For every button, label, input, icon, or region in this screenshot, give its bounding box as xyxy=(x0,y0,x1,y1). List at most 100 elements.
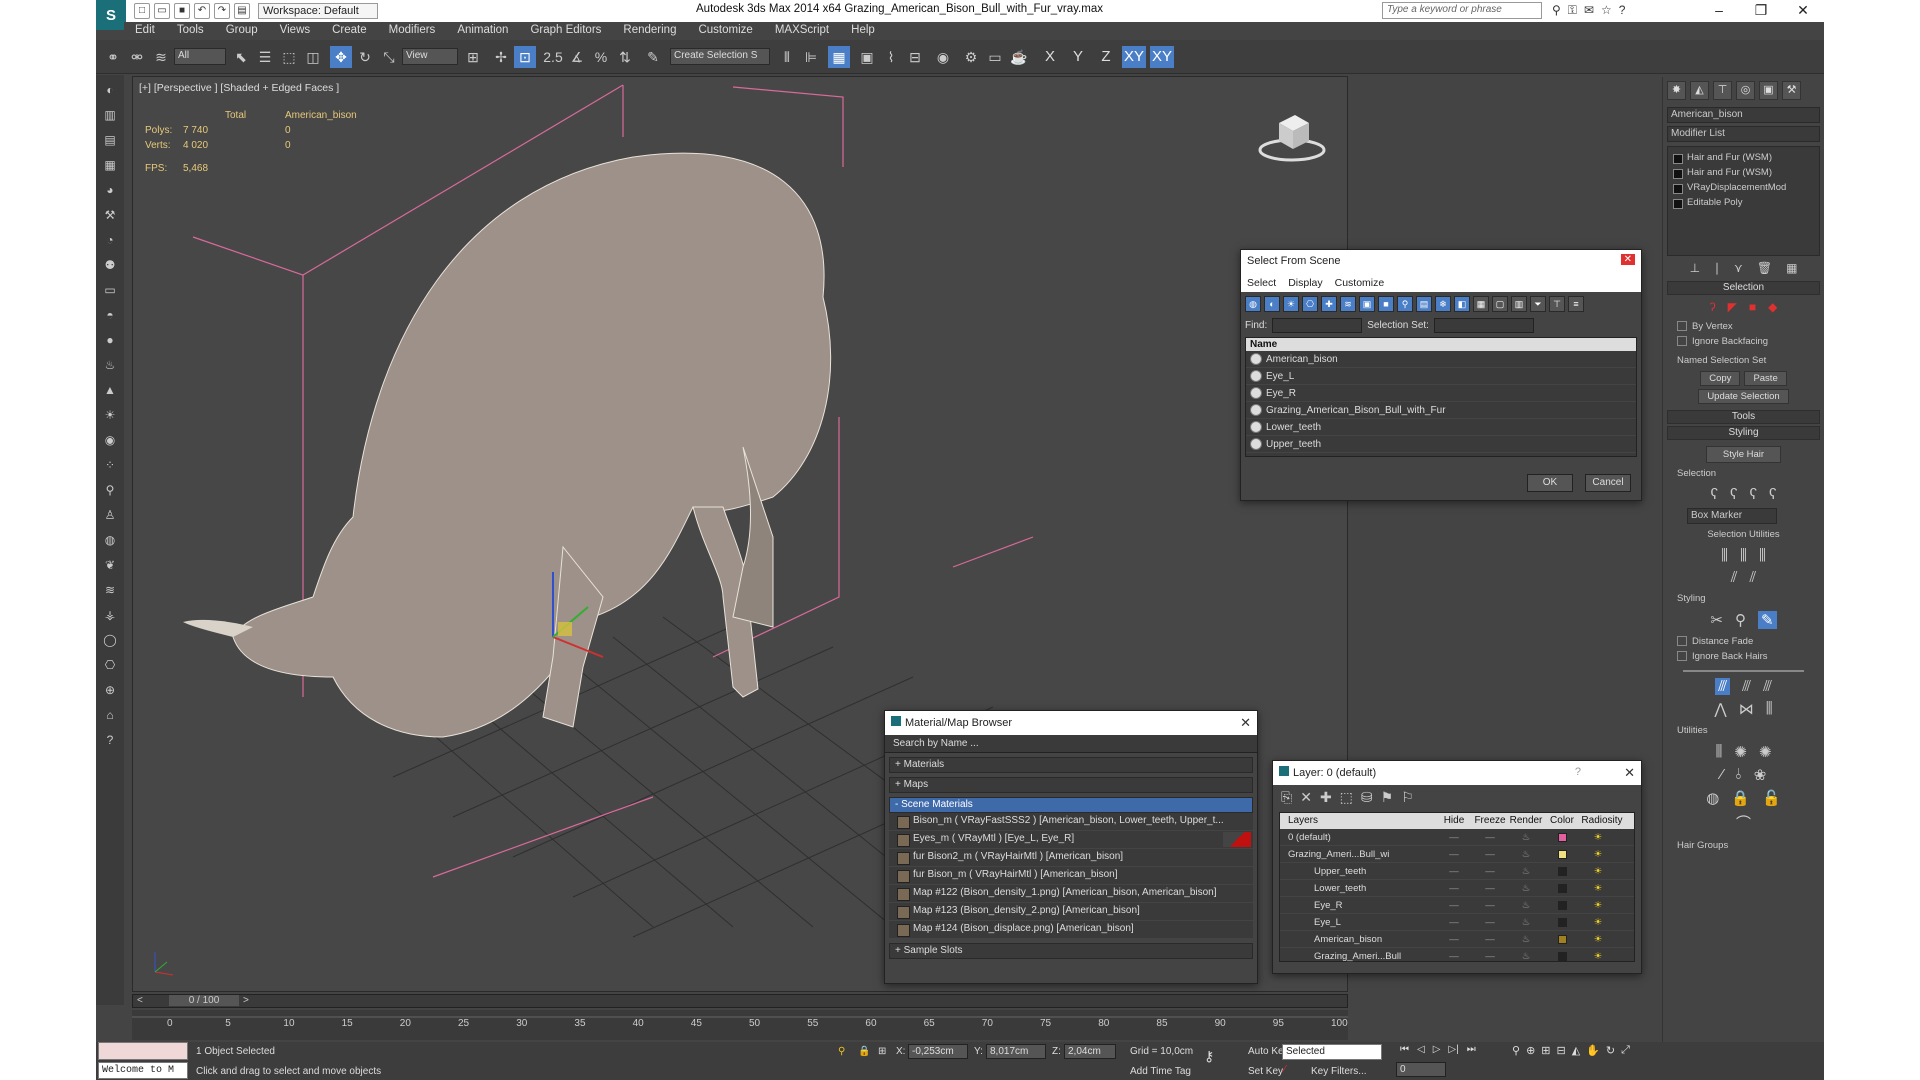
menu-display[interactable]: Display xyxy=(1282,274,1328,292)
rotate-brush-icon[interactable]: ⋈ xyxy=(1739,700,1754,718)
col-layers[interactable]: Layers xyxy=(1280,813,1436,829)
undo-arc-icon[interactable]: ⌒ xyxy=(1736,812,1751,833)
x-coordinate-field[interactable]: -0,253cm xyxy=(908,1044,968,1059)
styling-rollout-header[interactable]: Styling xyxy=(1667,426,1820,440)
field-of-view-icon[interactable]: ◭ xyxy=(1572,1044,1580,1057)
radiosity-icon[interactable]: ☀ xyxy=(1580,880,1616,896)
select-object-icon[interactable]: ⬉ xyxy=(230,46,252,68)
ribbon-icon-3[interactable]: ▤ xyxy=(100,130,120,150)
hide-cell[interactable]: — xyxy=(1436,931,1472,947)
close-icon[interactable]: ✕ xyxy=(1620,254,1635,265)
current-frame-field[interactable]: 0 xyxy=(1396,1062,1446,1077)
material-item[interactable]: Eyes_m ( VRayMtl ) [Eye_L, Eye_R] xyxy=(889,831,1253,849)
axis-z-button[interactable]: Z xyxy=(1094,46,1118,68)
expand-selection-icon[interactable]: ⫼ xyxy=(1759,547,1766,564)
filter-hidden-icon[interactable]: ◧ xyxy=(1454,296,1470,312)
zoom-icon[interactable]: ⚲ xyxy=(1512,1044,1520,1057)
make-unique-icon[interactable]: ⋎ xyxy=(1734,261,1743,275)
color-swatch-cell[interactable] xyxy=(1544,863,1580,879)
freeze-cell[interactable]: — xyxy=(1472,948,1508,964)
color-swatch-cell[interactable] xyxy=(1544,846,1580,862)
ribbon-icon-5[interactable]: ◕ xyxy=(100,180,120,200)
save-icon[interactable]: ■ xyxy=(174,3,190,19)
maxscript-listener[interactable] xyxy=(98,1042,188,1060)
select-hair-icon-4[interactable]: ʕ xyxy=(1769,486,1777,503)
select-all-icon[interactable]: ▦ xyxy=(1473,296,1489,312)
menu-modifiers[interactable]: Modifiers xyxy=(378,22,447,40)
render-teapot-icon[interactable]: ♨ xyxy=(1508,846,1544,862)
stand-brush-icon[interactable]: ⫻ xyxy=(1742,678,1751,695)
puff-brush-icon[interactable]: ⫻ xyxy=(1763,678,1772,695)
prev-frame-icon[interactable]: ◁ xyxy=(1417,1044,1425,1055)
select-by-name-icon[interactable]: ☰ xyxy=(254,46,276,68)
render-teapot-icon[interactable]: ♨ xyxy=(1508,897,1544,913)
selection-rollout-header[interactable]: Selection xyxy=(1667,281,1820,295)
filter-frozen-icon[interactable]: ❄ xyxy=(1435,296,1451,312)
time-slider[interactable]: < 0 / 100 > xyxy=(132,994,1348,1008)
recomb-icon[interactable]: ⫰ xyxy=(1735,766,1742,784)
axis-xy-cycle-button[interactable]: XY xyxy=(1150,46,1174,68)
color-swatch-cell[interactable] xyxy=(1544,931,1580,947)
pop-selected-icon[interactable]: ✺ xyxy=(1734,743,1747,761)
scene-materials-group[interactable]: - Scene Materials xyxy=(889,797,1253,813)
radiosity-icon[interactable]: ☀ xyxy=(1580,948,1616,964)
hide-selected-icon[interactable]: ⫽ xyxy=(1731,569,1738,586)
map-item[interactable]: Map #122 (Bison_density_1.png) [American… xyxy=(889,885,1253,903)
highlight-layer-icon[interactable]: ⛁ xyxy=(1361,789,1373,806)
clump-brush-icon[interactable]: ⋀ xyxy=(1714,700,1726,718)
color-swatch-cell[interactable] xyxy=(1544,914,1580,930)
unlink-icon[interactable]: ⚮ xyxy=(126,46,148,68)
edit-named-sel-icon[interactable]: ✎ xyxy=(642,46,664,68)
close-icon[interactable]: ✕ xyxy=(1782,0,1824,22)
maxscript-mini-listener[interactable]: Welcome to M xyxy=(98,1062,188,1079)
name-column-header[interactable]: Name xyxy=(1246,338,1636,351)
render-teapot-icon[interactable]: ♨ xyxy=(1508,931,1544,947)
radiosity-icon[interactable]: ☀ xyxy=(1580,846,1616,862)
pop-zero-icon[interactable]: ✺ xyxy=(1759,743,1772,761)
map-item[interactable]: Map #123 (Bison_density_2.png) [American… xyxy=(889,903,1253,921)
axis-y-button[interactable]: Y xyxy=(1066,46,1090,68)
axis-x-button[interactable]: X xyxy=(1038,46,1062,68)
percent-snap-icon[interactable]: % xyxy=(590,46,612,68)
favorites-star-icon[interactable]: ☆ xyxy=(1601,3,1612,18)
create-layer-icon[interactable]: ⎘ xyxy=(1281,789,1292,806)
menu-customize[interactable]: Customize xyxy=(687,22,763,40)
curve-editor-icon[interactable]: ⌇ xyxy=(880,46,902,68)
hide-cell[interactable]: — xyxy=(1436,863,1472,879)
col-render[interactable]: Render xyxy=(1508,813,1544,829)
table-row[interactable]: 0 (default) — — ♨ ☀ xyxy=(1280,829,1634,846)
render-setup-icon[interactable]: ⚙ xyxy=(960,46,982,68)
stack-item[interactable]: Hair and Fur (WSM) xyxy=(1671,165,1816,180)
list-item[interactable]: Lower_teeth xyxy=(1246,419,1636,436)
undo-icon[interactable]: ↶ xyxy=(194,3,210,19)
viewport-label[interactable]: [+] [Perspective ] [Shaded + Edged Faces… xyxy=(139,82,339,94)
radiosity-icon[interactable]: ☀ xyxy=(1580,931,1616,947)
radiosity-icon[interactable]: ☀ xyxy=(1580,829,1616,845)
freeze-all-icon[interactable]: ⚐ xyxy=(1401,789,1414,806)
set-key-icon[interactable]: ⁄ xyxy=(1284,1064,1286,1075)
go-to-start-icon[interactable]: ⏮ xyxy=(1400,1044,1409,1055)
menu-edit[interactable]: Edit xyxy=(124,22,166,40)
paste-button[interactable]: Paste xyxy=(1744,371,1787,386)
reset-rest-icon[interactable]: ❀ xyxy=(1754,766,1767,784)
named-selection-set-dropdown[interactable]: Create Selection S xyxy=(670,48,770,65)
sort-icon[interactable]: ≡ xyxy=(1568,296,1584,312)
render-production-icon[interactable]: ☕ xyxy=(1008,46,1030,68)
set-key-button[interactable]: Set Key xyxy=(1248,1066,1283,1077)
select-none-icon[interactable]: ▢ xyxy=(1492,296,1508,312)
render-teapot-icon[interactable]: ♨ xyxy=(1508,914,1544,930)
style-hair-button[interactable]: Style Hair xyxy=(1705,446,1782,463)
sun-icon[interactable]: ☀ xyxy=(100,405,120,425)
select-move-icon[interactable]: ✥ xyxy=(330,46,352,68)
binoculars-icon[interactable]: ⚲ xyxy=(1552,3,1561,18)
menu-help[interactable]: Help xyxy=(840,22,886,40)
guide-icon[interactable]: ʔ xyxy=(1710,300,1716,314)
hair-icon[interactable]: ≋ xyxy=(100,580,120,600)
distance-fade-checkbox[interactable]: Distance Fade xyxy=(1663,634,1824,649)
menu-maxscript[interactable]: MAXScript xyxy=(764,22,840,40)
material-item[interactable]: Bison_m ( VRayFastSSS2 ) [American_bison… xyxy=(889,813,1253,831)
minimize-icon[interactable]: – xyxy=(1698,0,1740,22)
search-input[interactable]: Type a keyword or phrase xyxy=(1382,2,1542,19)
time-prev-icon[interactable]: < xyxy=(137,995,143,1006)
render-teapot-icon[interactable]: ♨ xyxy=(1508,880,1544,896)
